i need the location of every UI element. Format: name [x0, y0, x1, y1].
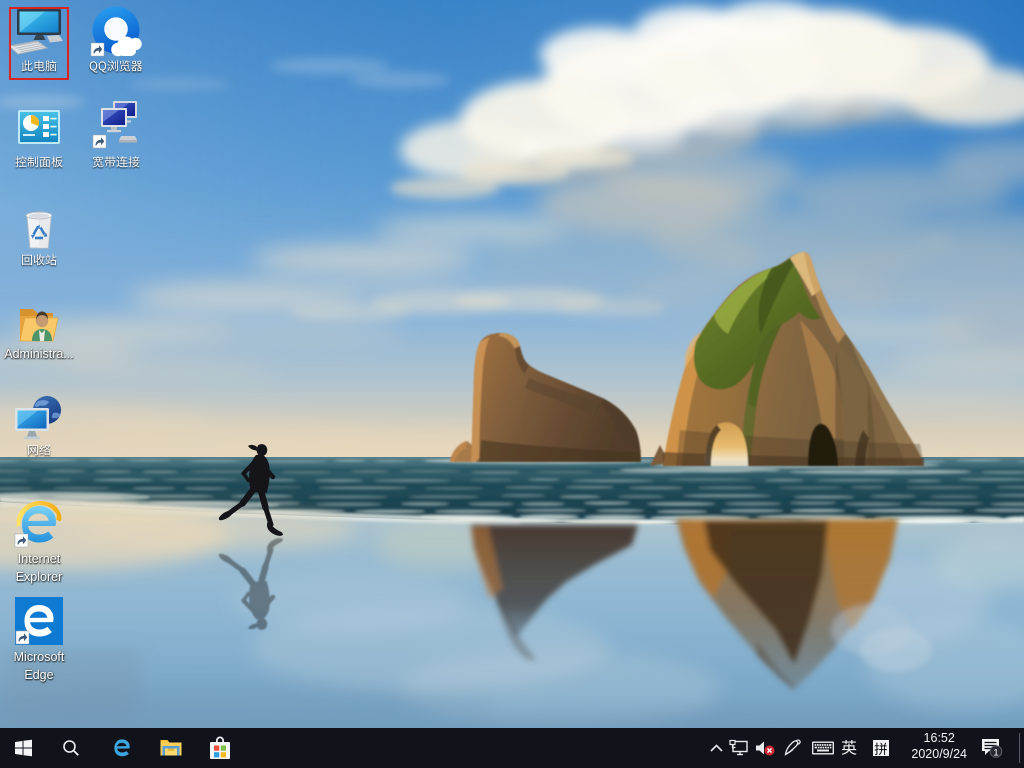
- svg-text:1: 1: [993, 747, 998, 758]
